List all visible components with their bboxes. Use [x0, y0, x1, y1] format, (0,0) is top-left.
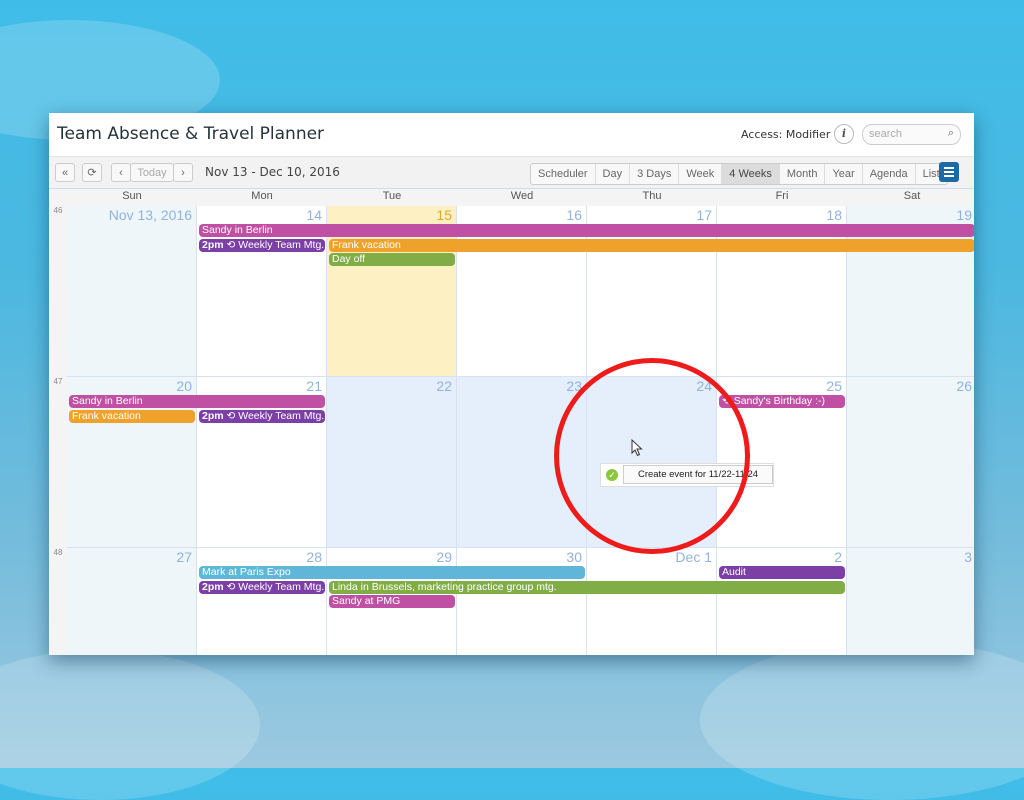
view-tab-3-days[interactable]: 3 Days	[630, 164, 680, 184]
day-number: Nov 13, 2016	[108, 207, 192, 223]
info-icon[interactable]: i	[834, 124, 854, 144]
day-header-row: Sun Mon Tue Wed Thu Fri Sat	[49, 188, 974, 207]
next-button[interactable]: ›	[173, 163, 193, 182]
prev-button[interactable]: ‹	[111, 163, 131, 182]
day-number: 26	[956, 378, 972, 394]
calendar-event[interactable]: 2pm ⟲ Weekly Team Mtg.	[199, 580, 325, 594]
background-cloud	[0, 650, 260, 800]
event-label: Audit	[722, 566, 746, 578]
menu-icon[interactable]	[939, 162, 959, 182]
day-cell[interactable]: 2	[717, 548, 847, 655]
view-tab-agenda[interactable]: Agenda	[863, 164, 916, 184]
event-label: ⟲ Sandy's Birthday :-)	[722, 395, 826, 407]
calendar-event[interactable]: Audit	[719, 566, 845, 579]
event-time: 2pm	[202, 238, 227, 251]
day-number: 18	[826, 207, 842, 223]
day-number: 14	[306, 207, 322, 223]
day-cell[interactable]: 3	[847, 548, 974, 655]
day-number: 25	[826, 378, 842, 394]
day-header-fri: Fri	[775, 190, 789, 202]
day-number: 27	[176, 549, 192, 565]
access-level: Access: Modifier	[741, 128, 831, 141]
planner-window: Team Absence & Travel Planner Access: Mo…	[49, 113, 974, 655]
view-switcher: Scheduler Day 3 Days Week 4 Weeks Month Year Ag…	[530, 163, 948, 185]
day-number: 28	[306, 549, 322, 565]
day-number: 30	[566, 549, 582, 565]
highlight-circle	[554, 358, 750, 554]
day-cell[interactable]: 30	[457, 548, 587, 655]
calendar-event[interactable]: Mark at Paris Expo	[199, 566, 585, 579]
day-number: Dec 1	[675, 549, 712, 565]
calendar-event[interactable]: Linda in Brussels, marketing practice gr…	[329, 580, 845, 594]
event-label: Frank vacation	[332, 238, 401, 251]
event-label: Sandy in Berlin	[202, 224, 273, 236]
day-cell[interactable]: 28	[197, 548, 327, 655]
calendar-event[interactable]: Sandy at PMG	[329, 595, 455, 608]
week-number[interactable]: 48	[49, 548, 67, 655]
view-tab-year[interactable]: Year	[825, 164, 863, 184]
search-input[interactable]: search ⌕	[862, 124, 961, 145]
day-number: 29	[436, 549, 452, 565]
day-header-tue: Tue	[382, 190, 402, 202]
day-number: 17	[696, 207, 712, 223]
day-header-sat: Sat	[903, 190, 921, 202]
calendar-event[interactable]: Frank vacation	[329, 238, 974, 252]
event-time: 2pm	[202, 409, 227, 422]
view-tab-week[interactable]: Week	[679, 164, 723, 184]
day-cell[interactable]: 26	[847, 377, 974, 548]
event-label: Sandy at PMG	[332, 595, 401, 607]
day-cell[interactable]: Nov 13, 2016	[67, 206, 197, 377]
event-label: ⟲ Weekly Team Mtg.	[226, 238, 325, 251]
day-header-sun: Sun	[122, 190, 142, 202]
calendar-event[interactable]: Day off	[329, 253, 455, 266]
background-cloud	[700, 640, 1024, 800]
view-tab-month[interactable]: Month	[780, 164, 826, 184]
calendar-event[interactable]: ⟲ Sandy's Birthday :-)	[719, 395, 845, 408]
view-tab-scheduler[interactable]: Scheduler	[531, 164, 596, 184]
day-cell[interactable]: 22	[327, 377, 457, 548]
toolbar: « ⟳ ‹ Today › Nov 13 - Dec 10, 2016 Sche…	[49, 156, 974, 189]
day-number: 20	[176, 378, 192, 394]
event-label: Frank vacation	[72, 409, 141, 422]
event-label: ⟲ Weekly Team Mtg.	[226, 409, 325, 422]
date-range: Nov 13 - Dec 10, 2016	[205, 165, 340, 179]
event-label: ⟲ Weekly Team Mtg.	[226, 580, 325, 593]
search-placeholder: search	[869, 128, 903, 140]
calendar-event[interactable]: Frank vacation	[69, 409, 195, 423]
event-time: 2pm	[202, 580, 227, 593]
calendar-event[interactable]: 2pm ⟲ Weekly Team Mtg.	[199, 238, 325, 252]
view-tab-4-weeks[interactable]: 4 Weeks	[722, 164, 780, 184]
day-number: 15	[436, 207, 452, 223]
week-number[interactable]: 47	[49, 377, 67, 548]
day-number: 3	[964, 549, 972, 565]
first-button[interactable]: «	[55, 163, 75, 182]
day-cell[interactable]: Dec 1	[587, 548, 717, 655]
day-header-mon: Mon	[251, 190, 273, 202]
event-label: Linda in Brussels, marketing practice gr…	[332, 580, 557, 593]
event-label: Mark at Paris Expo	[202, 566, 291, 578]
calendar-event[interactable]: Sandy in Berlin	[199, 224, 974, 237]
day-number: 21	[306, 378, 322, 394]
calendar-event[interactable]: 2pm ⟲ Weekly Team Mtg.	[199, 409, 325, 423]
search-icon[interactable]: ⌕	[948, 127, 954, 140]
day-number: 16	[566, 207, 582, 223]
event-label: Sandy in Berlin	[72, 395, 143, 407]
calendar-grid: 46 Nov 13, 2016 14 15 16 17 18 19 47 20 21 22 23 24 25…	[49, 206, 974, 655]
app-title: Team Absence & Travel Planner	[57, 124, 325, 144]
day-number: 22	[436, 378, 452, 394]
day-cell[interactable]: 27	[67, 548, 197, 655]
today-button[interactable]: Today	[130, 163, 174, 182]
day-number: 2	[834, 549, 842, 565]
calendar-event[interactable]: Sandy in Berlin	[69, 395, 325, 408]
view-tab-day[interactable]: Day	[596, 164, 631, 184]
event-label: Day off	[332, 253, 366, 265]
week-number[interactable]: 46	[49, 206, 67, 377]
day-number: 19	[956, 207, 972, 223]
day-header-thu: Thu	[642, 190, 662, 202]
day-header-wed: Wed	[510, 190, 534, 202]
refresh-button[interactable]: ⟳	[82, 163, 102, 182]
